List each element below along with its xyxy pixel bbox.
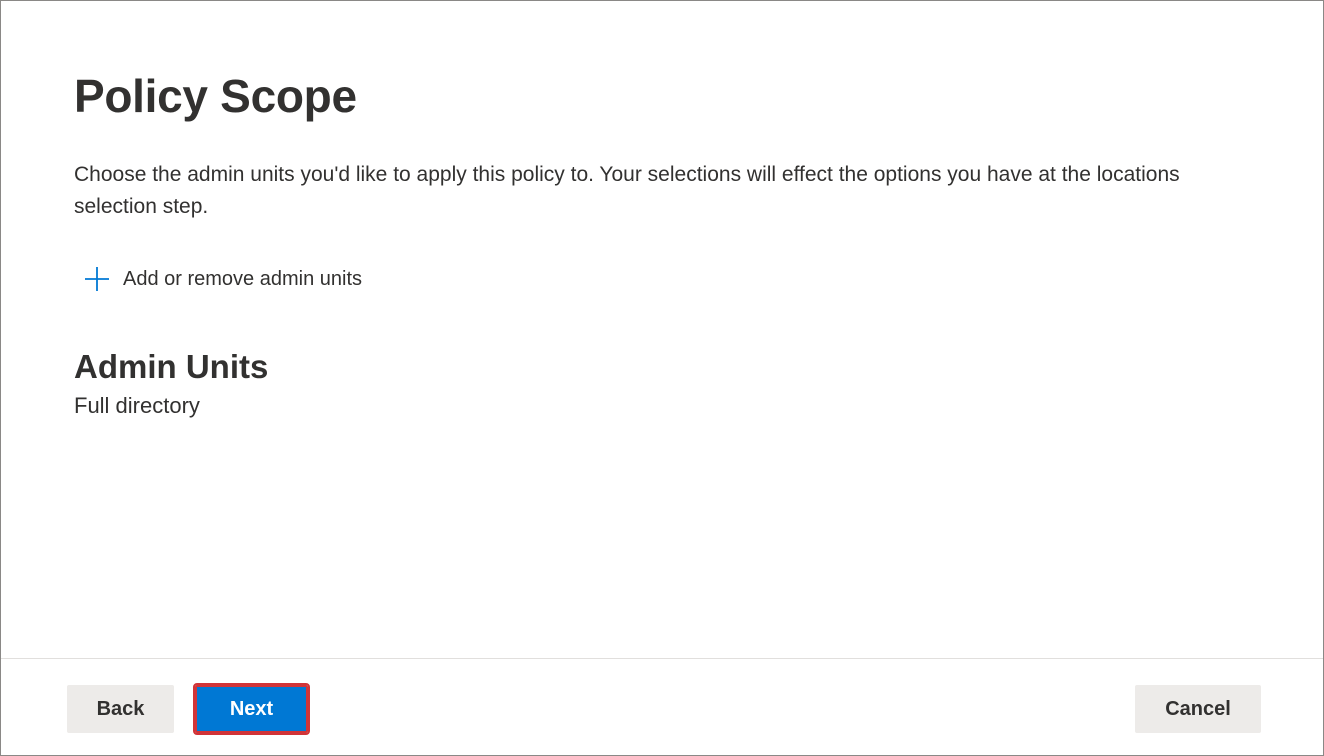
add-remove-admin-units-label: Add or remove admin units bbox=[123, 268, 363, 290]
next-button[interactable]: Next bbox=[193, 683, 310, 735]
page-title: Policy Scope bbox=[74, 70, 357, 122]
page-description: Choose the admin units you'd like to app… bbox=[74, 163, 1180, 218]
admin-units-value: Full directory bbox=[74, 393, 200, 418]
back-button[interactable]: Back bbox=[67, 685, 174, 733]
admin-units-heading: Admin Units bbox=[74, 348, 269, 385]
main-content: Policy Scope Choose the admin units you'… bbox=[74, 67, 1274, 418]
add-remove-admin-units-button[interactable]: Add or remove admin units bbox=[84, 265, 362, 293]
cancel-button[interactable]: Cancel bbox=[1135, 685, 1261, 733]
footer-divider bbox=[1, 658, 1323, 659]
plus-icon bbox=[84, 266, 110, 292]
wizard-panel: Policy Scope Choose the admin units you'… bbox=[0, 0, 1324, 756]
